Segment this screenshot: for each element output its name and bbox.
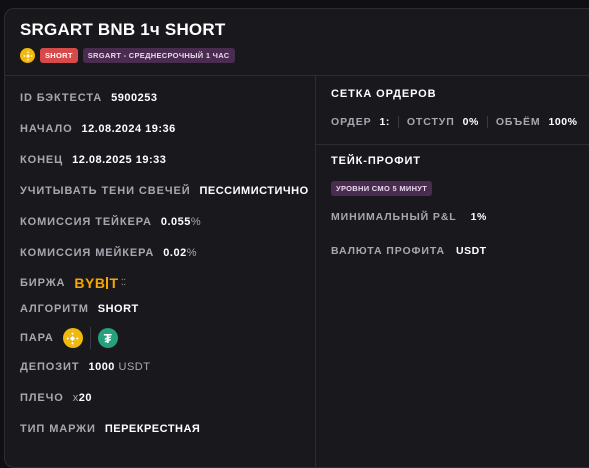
leverage-value: x20 [72, 392, 92, 404]
min-pnl-label: МИНИМАЛЬНЫЙ P&L [331, 211, 457, 223]
end-label: КОНЕЦ [20, 154, 64, 166]
pair-separator [89, 327, 91, 349]
leverage-row: ПЛЕЧО x20 [20, 390, 92, 406]
exchange-row: БИРЖА BYB T ▪▪ ▪▪ [20, 274, 126, 292]
bnb-coin-icon [62, 328, 83, 348]
start-label: НАЧАЛО [20, 123, 73, 135]
order-value: 1: [379, 116, 390, 128]
pair-row: ПАРА ₮ [20, 327, 118, 349]
algorithm-label: АЛГОРИТМ [20, 303, 89, 315]
shadows-value: ПЕССИМИСТИЧНО [199, 185, 309, 197]
order-separator [397, 116, 399, 128]
taker-fee-value: 0.055% [160, 216, 202, 228]
maker-fee-row: КОМИССИЯ МЕЙКЕРА 0.02% [20, 245, 197, 261]
tp-levels-badge: УРОВНИ СМО 5 МИНУТ [331, 181, 433, 196]
column-divider [315, 76, 316, 468]
taker-fee-label: КОМИССИЯ ТЕЙКЕРА [20, 216, 152, 228]
backtest-id-row: ID БЭКТЕСТА 5900253 [20, 90, 157, 106]
min-pnl-row: МИНИМАЛЬНЫЙ P&L 1% [331, 211, 487, 223]
end-row: КОНЕЦ 12.08.2025 19:33 [20, 152, 166, 168]
end-value: 12.08.2025 19:33 [72, 154, 167, 166]
deposit-row: ДЕПОЗИТ 1000 USDT [20, 359, 150, 375]
volume-value: 100% [548, 116, 578, 128]
margin-type-label: ТИП МАРЖИ [20, 423, 96, 435]
maker-fee-value: 0.02% [163, 247, 197, 259]
offset-value: 0% [462, 116, 479, 128]
deposit-label: ДЕПОЗИТ [20, 361, 80, 373]
backtest-id-label: ID БЭКТЕСТА [20, 92, 103, 104]
order-grid-title: СЕТКА ОРДЕРОВ [331, 88, 437, 100]
leverage-label: ПЛЕЧО [20, 392, 64, 404]
margin-type-row: ТИП МАРЖИ ПЕРЕКРЕСТНАЯ [20, 421, 200, 437]
algorithm-row: АЛГОРИТМ SHORT [20, 301, 139, 317]
tag-row: SHORT SRGART - СРЕДНЕСРОЧНЫЙ 1 ЧАС [20, 48, 235, 63]
backtest-card: SRGART BNB 1ч SHORT SHORT SRGART - СРЕДН… [4, 8, 589, 468]
bnb-coin-icon [20, 48, 35, 63]
offset-label: ОТСТУП [406, 116, 455, 128]
pair-label: ПАРА [20, 332, 54, 344]
deposit-value: 1000 USDT [88, 361, 151, 373]
order-label: ОРДЕР [331, 116, 372, 128]
start-row: НАЧАЛО 12.08.2024 19:36 [20, 121, 176, 137]
algorithm-value: SHORT [97, 303, 139, 315]
header-divider [5, 75, 589, 76]
order-grid-row: ОРДЕР 1: ОТСТУП 0% ОБЪЁМ 100% [331, 116, 577, 128]
min-pnl-value: 1% [470, 211, 487, 223]
shadows-label: УЧИТЫВАТЬ ТЕНИ СВЕЧЕЙ [20, 185, 191, 197]
bybit-logo: BYB T ▪▪ ▪▪ [74, 275, 127, 291]
offset-separator [486, 116, 488, 128]
exchange-label: БИРЖА [20, 277, 66, 289]
backtest-id-value[interactable]: 5900253 [111, 92, 157, 104]
shadows-row: УЧИТЫВАТЬ ТЕНИ СВЕЧЕЙ ПЕССИМИСТИЧНО [20, 183, 309, 199]
profit-currency-label: ВАЛЮТА ПРОФИТА [331, 245, 445, 257]
margin-type-value: ПЕРЕКРЕСТНАЯ [104, 423, 201, 435]
taker-fee-row: КОМИССИЯ ТЕЙКЕРА 0.055% [20, 214, 201, 230]
right-section-divider [315, 144, 589, 145]
take-profit-title: ТЕЙК-ПРОФИТ [331, 155, 421, 167]
maker-fee-label: КОМИССИЯ МЕЙКЕРА [20, 247, 155, 259]
usdt-coin-icon: ₮ [97, 328, 118, 348]
strategy-title: SRGART BNB 1ч SHORT [20, 20, 226, 39]
profit-currency-value: USDT [455, 245, 487, 257]
profit-currency-row: ВАЛЮТА ПРОФИТА USDT [331, 245, 487, 257]
volume-label: ОБЪЁМ [495, 116, 541, 128]
short-badge: SHORT [40, 48, 78, 63]
start-value: 12.08.2024 19:36 [81, 123, 176, 135]
strategy-badge: SRGART - СРЕДНЕСРОЧНЫЙ 1 ЧАС [82, 48, 235, 63]
